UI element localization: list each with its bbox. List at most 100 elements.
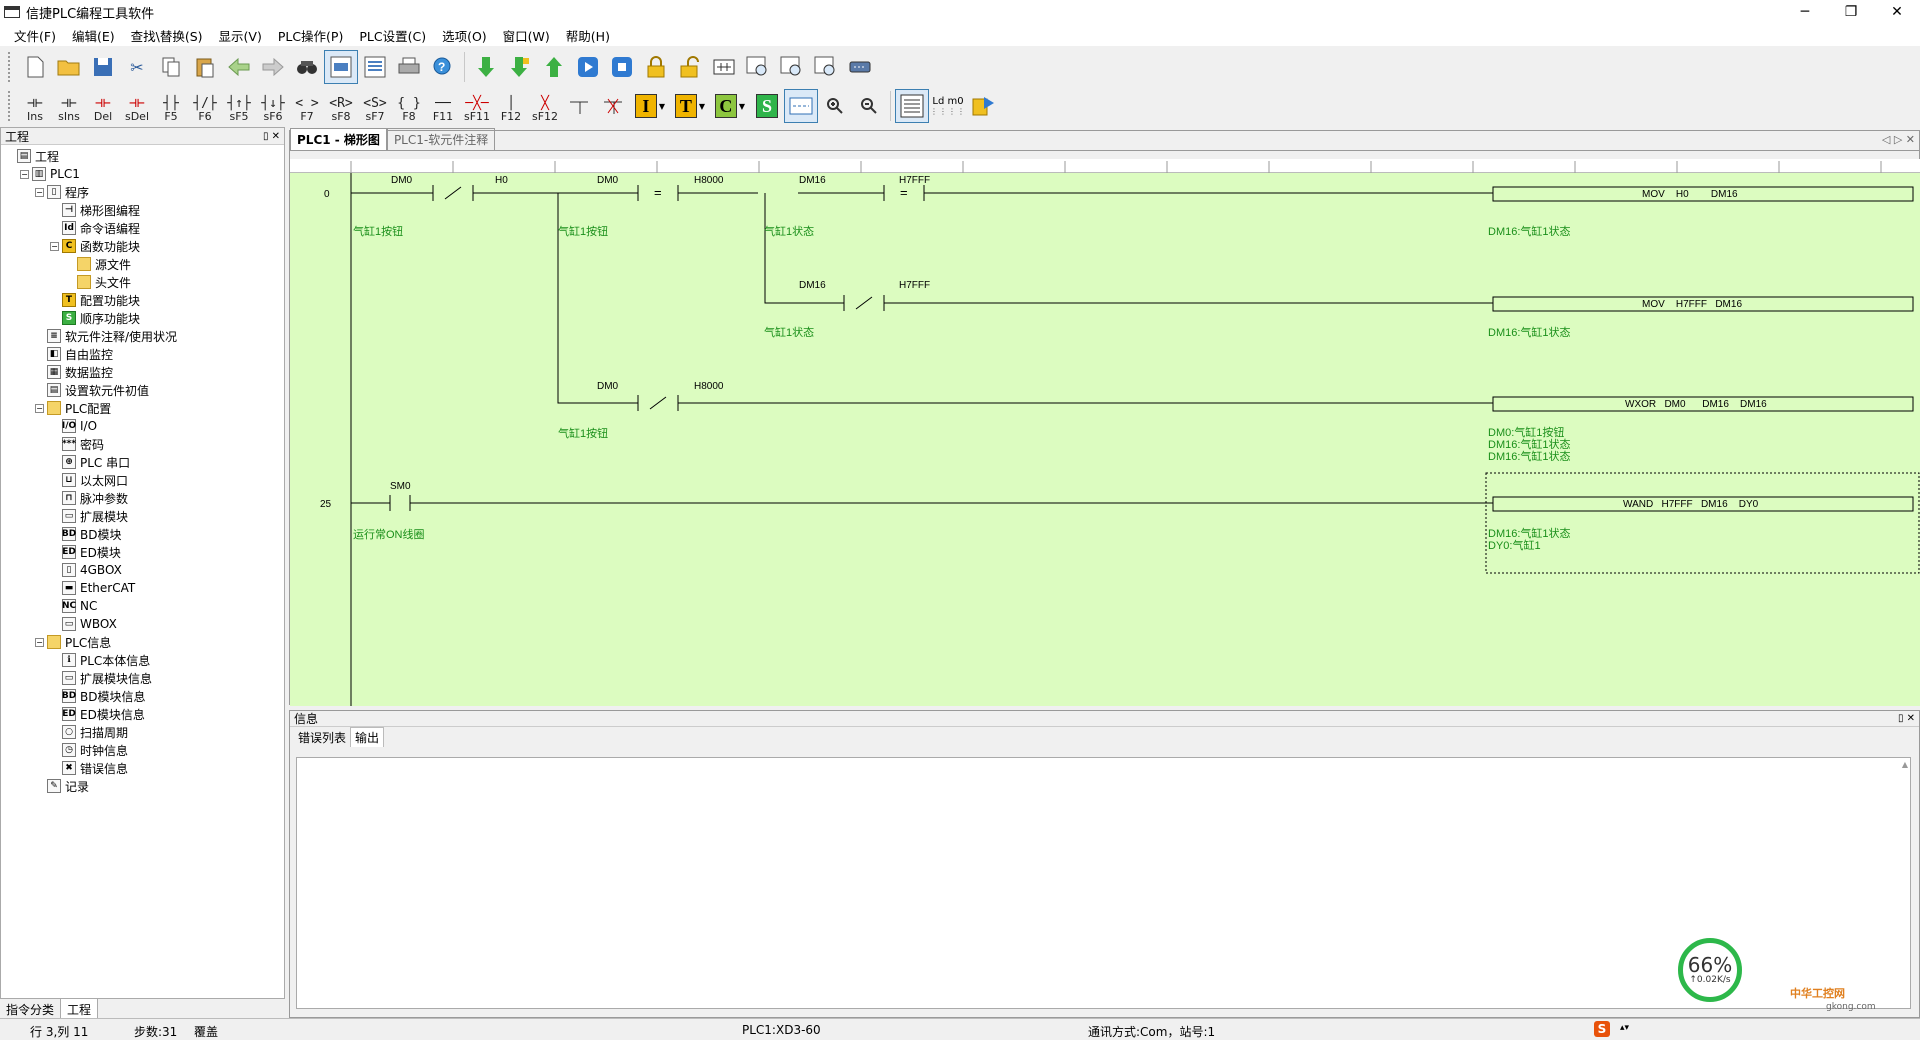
menu-plc-settings[interactable]: PLC设置(C): [351, 26, 434, 45]
branch-button[interactable]: [562, 89, 596, 123]
monitor-all-button[interactable]: [809, 50, 843, 84]
tab-device-comments[interactable]: PLC1-软元件注释: [386, 128, 496, 150]
delete-row-button[interactable]: ⊣⊢ Del: [86, 89, 120, 123]
cut-button[interactable]: ✂: [120, 50, 154, 84]
tree-item[interactable]: − C 函数功能块: [1, 237, 284, 255]
output-area[interactable]: ▲: [296, 757, 1911, 1009]
counter-device-button[interactable]: C ▼: [710, 89, 750, 123]
ladder-view-button[interactable]: [324, 50, 358, 84]
pin-close-icon[interactable]: ▯ ✕: [263, 131, 280, 142]
menu-file[interactable]: 文件(F): [6, 26, 64, 45]
scroll-up-arrow-icon[interactable]: ▲: [1902, 760, 1908, 769]
minimize-button[interactable]: ─: [1782, 0, 1828, 24]
tree-item[interactable]: ▬ EtherCAT: [1, 579, 284, 597]
tree-toggle-icon[interactable]: −: [50, 241, 59, 251]
instruction-mode-button[interactable]: Ld m0 ⋮⋮⋮⋮: [929, 89, 967, 123]
tab-output[interactable]: 输出: [350, 727, 385, 747]
tree-item[interactable]: ✎ 记录: [1, 777, 284, 795]
zoom-out-button[interactable]: [852, 89, 886, 123]
tree-item[interactable]: 源文件: [1, 255, 284, 273]
timer-device-button[interactable]: T ▼: [670, 89, 710, 123]
tree-item[interactable]: − ▥ PLC1: [1, 165, 284, 183]
tree-item[interactable]: BD BD模块: [1, 525, 284, 543]
save-button[interactable]: [86, 50, 120, 84]
tree-item[interactable]: T 配置功能块: [1, 291, 284, 309]
download-button[interactable]: [469, 50, 503, 84]
comment-toggle-button[interactable]: [784, 89, 818, 123]
monitor-zoom-button[interactable]: [775, 50, 809, 84]
editor-tab-controls[interactable]: ◁ ▷ ✕: [1882, 133, 1915, 146]
instruction-view-button[interactable]: [358, 50, 392, 84]
tree-item[interactable]: ≡ 软元件注释/使用状况: [1, 327, 284, 345]
menu-window[interactable]: 窗口(W): [495, 26, 558, 45]
tree-item[interactable]: *** 密码: [1, 435, 284, 453]
delete-horizontal-line-button[interactable]: ─╳─ sF11: [460, 89, 494, 123]
coil-button[interactable]: < > F7: [290, 89, 324, 123]
tree-item[interactable]: − PLC信息: [1, 633, 284, 651]
tab-project[interactable]: 工程: [61, 999, 99, 1018]
tree-item[interactable]: ▦ 数据监控: [1, 363, 284, 381]
nc-contact-button[interactable]: ┤/├ F6: [188, 89, 222, 123]
paste-button[interactable]: [188, 50, 222, 84]
horizontal-line-button[interactable]: ── F11: [426, 89, 460, 123]
tree-item[interactable]: − PLC配置: [1, 399, 284, 417]
tree-item[interactable]: S 顺序功能块: [1, 309, 284, 327]
tree-item[interactable]: Id 命令语编程: [1, 219, 284, 237]
tree-item[interactable]: 头文件: [1, 273, 284, 291]
menu-options[interactable]: 选项(O): [434, 26, 495, 45]
ime-arrow-icon[interactable]: ▴▾: [1620, 1023, 1629, 1033]
new-file-button[interactable]: [18, 50, 52, 84]
menu-edit[interactable]: 编辑(E): [64, 26, 123, 45]
tree-toggle-icon[interactable]: −: [20, 169, 29, 179]
tree-item[interactable]: ▭ 扩展模块信息: [1, 669, 284, 687]
tree-item[interactable]: ⊓ 脉冲参数: [1, 489, 284, 507]
tree-item[interactable]: NC NC: [1, 597, 284, 615]
insert-column-button[interactable]: ⊣⊢ sIns: [52, 89, 86, 123]
tree-item[interactable]: ▯ 4GBOX: [1, 561, 284, 579]
close-button[interactable]: ✕: [1874, 0, 1920, 24]
online-edit-button[interactable]: [707, 50, 741, 84]
tree-item[interactable]: ED ED模块: [1, 543, 284, 561]
set-coil-button[interactable]: <S> sF7: [358, 89, 392, 123]
download-all-button[interactable]: [503, 50, 537, 84]
tree-item[interactable]: ▭ WBOX: [1, 615, 284, 633]
convert-button[interactable]: [967, 89, 1001, 123]
input-device-button[interactable]: I ▼: [630, 89, 670, 123]
tree-item[interactable]: ◧ 自由监控: [1, 345, 284, 363]
find-button[interactable]: [290, 50, 324, 84]
tree-item[interactable]: ℹ PLC本体信息: [1, 651, 284, 669]
help-button[interactable]: ?: [426, 50, 460, 84]
open-file-button[interactable]: [52, 50, 86, 84]
tree-item[interactable]: ✖ 错误信息: [1, 759, 284, 777]
menu-view[interactable]: 显示(V): [211, 26, 270, 45]
tree-item[interactable]: I/O I/O: [1, 417, 284, 435]
ladder-mode-button[interactable]: [895, 89, 929, 123]
back-button[interactable]: [222, 50, 256, 84]
unlock-button[interactable]: [673, 50, 707, 84]
tree-item[interactable]: ▤ 设置软元件初值: [1, 381, 284, 399]
tree-item[interactable]: ED ED模块信息: [1, 705, 284, 723]
instruction-button[interactable]: { } F8: [392, 89, 426, 123]
tree-item[interactable]: ⊔ 以太网口: [1, 471, 284, 489]
pin-close-icon[interactable]: ▯ ✕: [1898, 713, 1915, 724]
tree-item[interactable]: − ▯ 程序: [1, 183, 284, 201]
menu-help[interactable]: 帮助(H): [558, 26, 618, 45]
delete-branch-button[interactable]: [596, 89, 630, 123]
tab-error-list[interactable]: 错误列表: [294, 728, 350, 747]
ladder-canvas[interactable]: 0 25 DM0 H0 DM0 H8000 DM16 H7FFF = = DM1…: [290, 173, 1920, 706]
copy-button[interactable]: [154, 50, 188, 84]
vertical-line-button[interactable]: │ F12: [494, 89, 528, 123]
delete-vertical-line-button[interactable]: ╳ sF12: [528, 89, 562, 123]
lock-button[interactable]: [639, 50, 673, 84]
tree-toggle-icon[interactable]: −: [35, 403, 44, 413]
run-button[interactable]: [571, 50, 605, 84]
rising-edge-button[interactable]: ┤↑├ sF5: [222, 89, 256, 123]
reset-coil-button[interactable]: <R> sF8: [324, 89, 358, 123]
upload-button[interactable]: [537, 50, 571, 84]
com-settings-button[interactable]: [843, 50, 877, 84]
zoom-in-button[interactable]: [818, 89, 852, 123]
insert-row-button[interactable]: ⊣⊢ Ins: [18, 89, 52, 123]
tree-item[interactable]: ⊣ 梯形图编程: [1, 201, 284, 219]
menu-find-replace[interactable]: 查找\替换(S): [123, 26, 211, 45]
tree-toggle-icon[interactable]: −: [35, 637, 44, 647]
